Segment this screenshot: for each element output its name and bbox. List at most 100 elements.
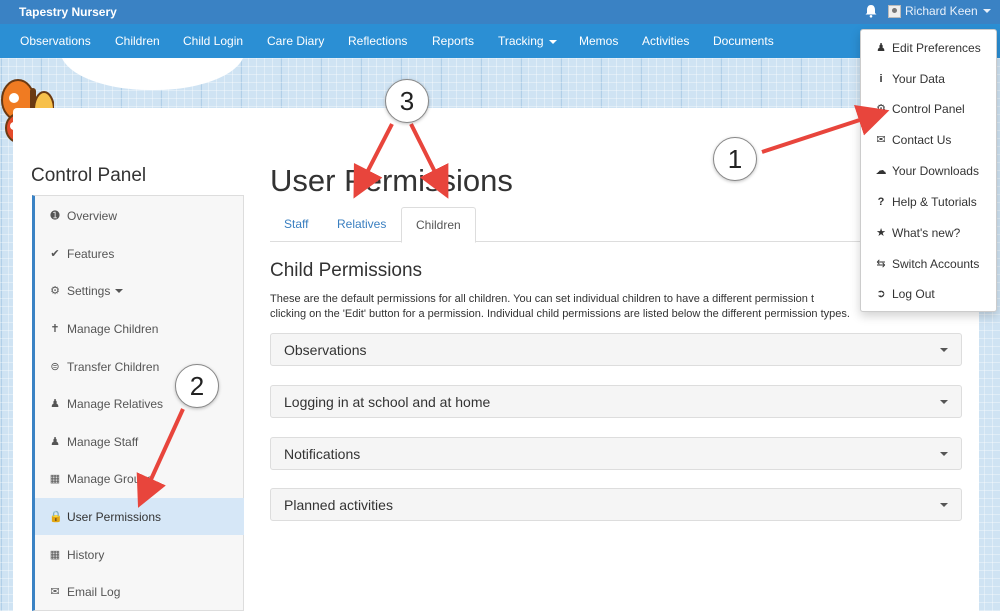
sidebar-item-label: Transfer Children — [67, 359, 160, 374]
user-icon: ♟ — [50, 398, 60, 410]
swap-icon: ⇆ — [876, 258, 886, 270]
info-icon: i — [879, 72, 883, 85]
accordion-label: Notifications — [284, 445, 361, 462]
page-title: User Permissions — [270, 163, 513, 198]
calendar-icon: ▦ — [49, 549, 61, 561]
sidebar-item-label: Settings — [67, 283, 111, 298]
tab-relatives[interactable]: Relatives — [323, 207, 400, 242]
sidebar: ➊ Overview ✔ Features ⚙ Settings ✝ Manag… — [32, 195, 244, 611]
caret-down-icon — [548, 39, 557, 44]
menu-item-label: Your Data — [892, 71, 945, 86]
brand-name[interactable]: Tapestry Nursery — [19, 5, 117, 19]
logout-icon: ➲ — [876, 288, 886, 300]
avatar — [888, 4, 901, 18]
cloud-download-icon: ☁ — [875, 165, 887, 177]
nav-tracking[interactable]: Tracking — [498, 34, 557, 48]
sidebar-item-label: User Permissions — [67, 509, 162, 524]
menu-item-label: Switch Accounts — [892, 256, 980, 271]
caret-down-icon — [115, 288, 124, 293]
accordion-notifications[interactable]: Notifications — [270, 437, 962, 470]
nav-reports[interactable]: Reports — [432, 34, 474, 48]
menu-item-log-out[interactable]: ➲ Log Out — [861, 278, 996, 309]
sidebar-item-label: Overview — [67, 208, 118, 223]
menu-item-your-data[interactable]: i Your Data — [861, 63, 996, 94]
sidebar-item-settings[interactable]: ⚙ Settings — [35, 272, 244, 309]
info-circle-icon: ➊ — [50, 210, 60, 222]
user-menu-toggle[interactable]: Richard Keen — [888, 4, 991, 18]
annotation-badge-2: 2 — [175, 364, 219, 408]
main-nav: Observations Children Child Login Care D… — [0, 24, 1000, 58]
gear-icon: ⚙ — [876, 103, 886, 115]
accordion-planned-activities[interactable]: Planned activities — [270, 488, 962, 521]
question-icon: ? — [877, 195, 885, 208]
lock-icon: 🔒 — [49, 511, 63, 523]
menu-item-label: Contact Us — [892, 132, 952, 147]
chevron-down-icon — [982, 9, 991, 13]
menu-item-control-panel[interactable]: ⚙ Control Panel — [861, 93, 996, 124]
menu-item-whats-new[interactable]: ★ What's new? — [861, 217, 996, 248]
accordion-logging-in[interactable]: Logging in at school and at home — [270, 385, 962, 418]
tab-staff[interactable]: Staff — [270, 207, 322, 242]
accordion-label: Planned activities — [284, 496, 393, 513]
sidebar-item-overview[interactable]: ➊ Overview — [35, 197, 244, 234]
sidebar-item-history[interactable]: ▦ History — [35, 536, 244, 573]
accordion-observations[interactable]: Observations — [270, 333, 962, 366]
menu-item-help-tutorials[interactable]: ? Help & Tutorials — [861, 186, 996, 217]
caret-down-icon — [940, 348, 948, 352]
sidebar-item-manage-groups[interactable]: ▦ Manage Groups — [35, 460, 244, 497]
menu-item-label: Log Out — [892, 286, 935, 301]
envelope-icon: ✉ — [876, 134, 886, 146]
transfer-icon: ⊜ — [50, 361, 60, 373]
sidebar-item-user-permissions[interactable]: 🔒 User Permissions — [35, 498, 244, 535]
tab-children[interactable]: Children — [401, 207, 476, 243]
bell-icon[interactable] — [864, 4, 878, 18]
annotation-badge-1: 1 — [713, 137, 757, 181]
nav-observations[interactable]: Observations — [20, 34, 91, 48]
menu-item-label: Help & Tutorials — [892, 194, 977, 209]
nav-care-diary[interactable]: Care Diary — [267, 34, 324, 48]
menu-item-your-downloads[interactable]: ☁ Your Downloads — [861, 155, 996, 186]
caret-down-icon — [940, 452, 948, 456]
user-icon: ♟ — [876, 42, 886, 54]
control-panel-title: Control Panel — [31, 165, 147, 186]
star-icon: ★ — [876, 227, 886, 239]
permission-tabs: Staff Relatives Children — [270, 207, 962, 243]
menu-item-contact-us[interactable]: ✉ Contact Us — [861, 124, 996, 155]
menu-item-label: What's new? — [892, 225, 961, 240]
child-icon: ✝ — [50, 323, 60, 335]
envelope-icon: ✉ — [50, 586, 60, 598]
menu-item-label: Control Panel — [892, 101, 965, 116]
description-line: clicking on the 'Edit' button for a perm… — [270, 308, 850, 320]
nav-tracking-label: Tracking — [498, 34, 544, 48]
nav-memos[interactable]: Memos — [579, 34, 618, 48]
sidebar-item-email-log[interactable]: ✉ Email Log — [35, 573, 244, 610]
sidebar-item-label: Manage Relatives — [67, 396, 164, 411]
gear-icon: ⚙ — [50, 285, 60, 297]
sidebar-item-label: Manage Staff — [67, 434, 139, 449]
menu-item-switch-accounts[interactable]: ⇆ Switch Accounts — [861, 248, 996, 279]
users-icon: ♟ — [50, 436, 60, 448]
nav-documents[interactable]: Documents — [713, 34, 774, 48]
accordion-label: Logging in at school and at home — [284, 393, 491, 410]
description-line: These are the default permissions for al… — [270, 293, 814, 305]
nav-reflections[interactable]: Reflections — [348, 34, 407, 48]
top-bar: Tapestry Nursery Richard Keen — [0, 0, 1000, 24]
sidebar-item-manage-staff[interactable]: ♟ Manage Staff — [35, 423, 244, 460]
nav-activities[interactable]: Activities — [642, 34, 689, 48]
check-icon: ✔ — [50, 248, 60, 260]
caret-down-icon — [940, 400, 948, 404]
sidebar-item-manage-children[interactable]: ✝ Manage Children — [35, 310, 244, 347]
nav-child-login[interactable]: Child Login — [183, 34, 243, 48]
user-dropdown-menu: ♟ Edit Preferences i Your Data ⚙ Control… — [860, 29, 997, 312]
sidebar-item-features[interactable]: ✔ Features — [35, 235, 244, 272]
menu-item-edit-preferences[interactable]: ♟ Edit Preferences — [861, 32, 996, 63]
user-name: Richard Keen — [905, 4, 978, 18]
sidebar-item-label: Email Log — [67, 584, 121, 599]
menu-item-label: Your Downloads — [892, 163, 979, 178]
menu-item-label: Edit Preferences — [892, 40, 981, 55]
accordion-label: Observations — [284, 341, 367, 358]
sidebar-item-label: History — [67, 547, 105, 562]
caret-down-icon — [940, 503, 948, 507]
nav-children[interactable]: Children — [115, 34, 160, 48]
sidebar-item-label: Manage Children — [67, 321, 159, 336]
